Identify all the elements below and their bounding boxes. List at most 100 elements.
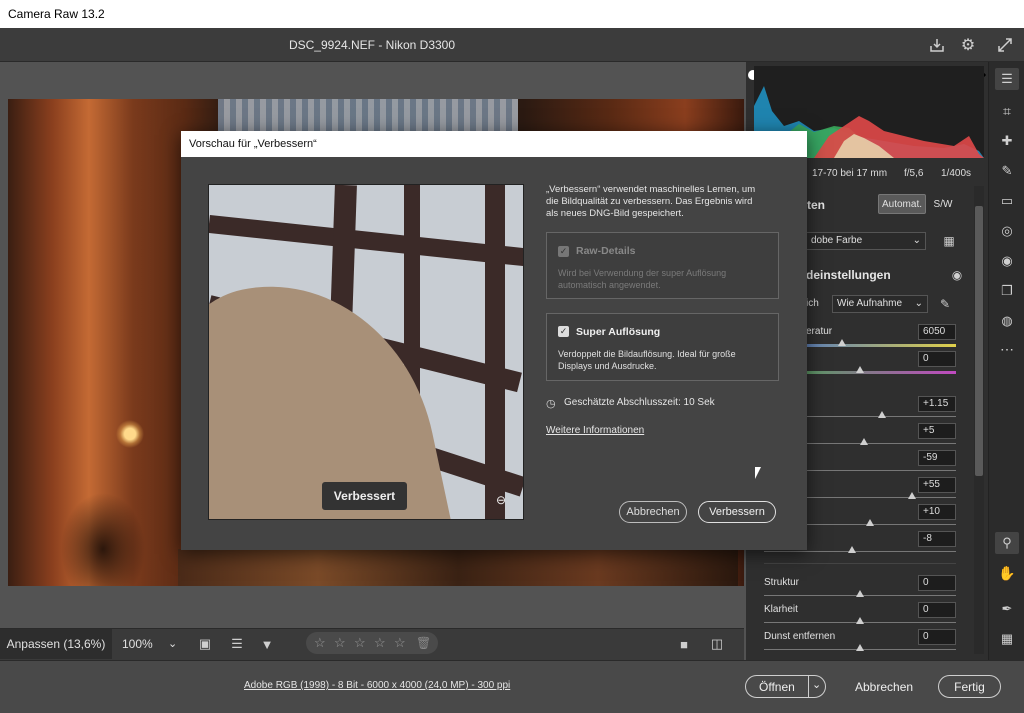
profile-browser-icon[interactable]: ▦ [940, 232, 958, 250]
texture-field[interactable]: 0 [918, 575, 956, 591]
star-icon[interactable]: ☆ [334, 635, 346, 651]
radial-filter-icon[interactable]: ◎ [995, 220, 1019, 242]
temp-label: eratur [806, 326, 833, 337]
file-header-bar: DSC_9924.NEF - Nikon D3300 ⚙ [0, 28, 1024, 62]
grid-icon[interactable]: ▦ [995, 628, 1019, 650]
edit-sliders-icon[interactable]: ☰ [995, 68, 1019, 90]
chevron-down-icon: ⌄ [914, 298, 923, 309]
dehaze-field[interactable]: 0 [918, 629, 956, 645]
super-resolution-box: ✓ Super Auflösung Verdoppelt die Bildauf… [546, 313, 779, 381]
presets-icon[interactable]: ◍ [995, 310, 1019, 332]
crop-icon[interactable]: ⌗ [995, 100, 1019, 122]
star-icon[interactable]: ☆ [374, 635, 386, 651]
more-icon[interactable]: ⋯ [995, 338, 1019, 360]
color-sampler-icon[interactable]: ✒ [995, 598, 1019, 620]
temp-slider-knob[interactable] [838, 339, 846, 346]
exposure-slider-knob[interactable] [878, 411, 886, 418]
trash-icon[interactable]: 🗑 [416, 636, 431, 650]
panel-scrollbar[interactable] [974, 186, 984, 654]
dialog-enhance-button[interactable]: Verbessern [698, 501, 776, 523]
rating-bar: ☆ ☆ ☆ ☆ ☆ 🗑 [306, 632, 438, 654]
star-icon[interactable]: ☆ [314, 635, 326, 651]
profile-select-value: dobe Farbe [811, 235, 863, 246]
shadows-slider-knob[interactable] [908, 492, 916, 499]
cancel-button[interactable]: Abbrechen [855, 680, 913, 694]
single-view-icon[interactable]: ■ [674, 635, 694, 653]
split-divider [808, 676, 809, 697]
preview-column [485, 185, 505, 519]
fullscreen-icon[interactable] [996, 36, 1014, 54]
brush-icon[interactable]: ✎ [995, 160, 1019, 182]
fit-zoom-button[interactable]: Anpassen (13,6%) [0, 629, 112, 659]
dialog-description: „Verbessern“ verwendet maschinelles Lern… [546, 184, 756, 219]
window-title: Camera Raw 13.2 [8, 7, 105, 21]
mouse-cursor-icon [755, 467, 761, 479]
clarity-slider-knob[interactable] [856, 617, 864, 624]
chevron-down-icon[interactable]: ⌄ [812, 678, 821, 691]
tint-slider-knob[interactable] [856, 366, 864, 373]
lens-info: 17-70 bei 17 mm [812, 168, 888, 179]
eyedropper-icon[interactable]: ✎ [936, 295, 954, 313]
blacks-slider-knob[interactable] [848, 546, 856, 553]
hand-tool-icon[interactable]: ✋ [995, 562, 1019, 584]
preview-beam [209, 215, 523, 267]
red-eye-icon[interactable]: ◉ [995, 250, 1019, 272]
bw-button[interactable]: S/W [930, 194, 956, 214]
dehaze-slider-knob[interactable] [856, 644, 864, 651]
zoom-out-icon[interactable]: ⊖ [496, 493, 506, 507]
star-icon[interactable]: ☆ [354, 635, 366, 651]
chevron-down-icon[interactable]: ⌄ [168, 637, 177, 650]
sort-icon[interactable]: ☰ [226, 635, 248, 653]
filter-icon[interactable]: ▼ [256, 635, 278, 653]
clarity-field[interactable]: 0 [918, 602, 956, 618]
raw-details-description: Wird bei Verwendung der super Auflösung … [558, 268, 727, 290]
star-icon[interactable]: ☆ [394, 635, 406, 651]
texture-label: Struktur [764, 577, 800, 588]
whites-field[interactable]: +10 [918, 504, 956, 520]
photo-floor [178, 549, 738, 586]
more-info-link[interactable]: Weitere Informationen [546, 425, 644, 436]
zoom-level[interactable]: 100% [122, 637, 153, 651]
filmstrip-icon[interactable]: ▣ [194, 635, 216, 653]
gradient-filter-icon[interactable]: ▭ [995, 190, 1019, 212]
contrast-field[interactable]: +5 [918, 423, 956, 439]
blacks-slider-track[interactable] [764, 551, 956, 552]
basic-section-title: deinstellungen [806, 268, 891, 282]
save-icon[interactable] [928, 36, 946, 54]
auto-button[interactable]: Automat. [878, 194, 926, 214]
wb-select[interactable]: Wie Aufnahme ⌄ [832, 295, 928, 313]
dialog-cancel-button[interactable]: Abbrechen [619, 501, 687, 523]
whites-slider-knob[interactable] [866, 519, 874, 526]
snapshots-icon[interactable]: ❐ [995, 280, 1019, 302]
tint-field[interactable]: 0 [918, 351, 956, 367]
gear-icon[interactable]: ⚙ [959, 36, 977, 54]
temp-field[interactable]: 6050 [918, 324, 956, 340]
exposure-field[interactable]: +1.15 [918, 396, 956, 412]
footer-bar: Adobe RGB (1998) - 8 Bit - 6000 x 4000 (… [0, 660, 1024, 713]
contrast-slider-knob[interactable] [860, 438, 868, 445]
done-button[interactable]: Fertig [938, 675, 1001, 698]
before-after-icon[interactable]: ◫ [706, 635, 728, 653]
open-button[interactable]: Öffnen ⌄ [745, 675, 826, 698]
highlights-field[interactable]: -59 [918, 450, 956, 466]
super-resolution-checkbox[interactable]: ✓ [558, 326, 569, 337]
shadows-field[interactable]: +55 [918, 477, 956, 493]
raw-details-label: Raw-Details [576, 245, 636, 257]
profile-select[interactable]: dobe Farbe ⌄ [806, 232, 926, 250]
wb-select-value: Wie Aufnahme [837, 298, 903, 309]
raw-details-checkbox[interactable]: ✓ [558, 246, 569, 257]
eye-icon[interactable]: ◉ [950, 268, 964, 282]
scrollbar-thumb[interactable] [975, 206, 983, 476]
super-resolution-label: Super Auflösung [576, 326, 661, 338]
blacks-field[interactable]: -8 [918, 531, 956, 547]
enhance-preview-image[interactable]: Verbessert ⊖ [208, 184, 524, 520]
chevron-down-icon: ⌄ [912, 235, 921, 246]
zoom-tool-icon[interactable]: ⚲ [995, 532, 1019, 554]
texture-slider-knob[interactable] [856, 590, 864, 597]
dehaze-label: Dunst entfernen [764, 631, 836, 642]
profile-section-title: ten [807, 198, 825, 212]
super-resolution-description: Verdoppelt die Bildauflösung. Ideal für … [558, 349, 736, 371]
section-divider [764, 563, 956, 564]
healing-icon[interactable]: ✚ [995, 130, 1019, 152]
workflow-options-link[interactable]: Adobe RGB (1998) - 8 Bit - 6000 x 4000 (… [244, 680, 510, 691]
